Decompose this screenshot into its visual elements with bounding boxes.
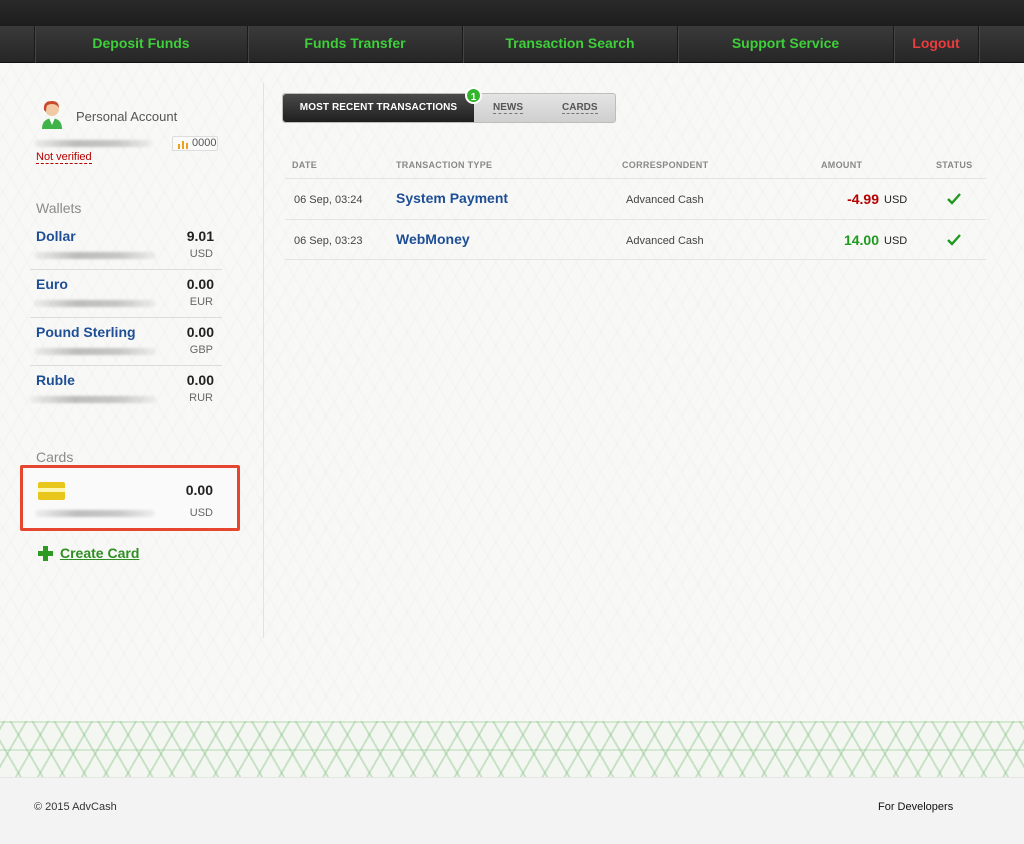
column-header-correspondent: CORRESPONDENT [622,160,709,170]
transaction-date: 06 Sep, 03:23 [294,235,363,247]
wallet-item-dollar[interactable]: Dollar 9.01 USD [30,222,222,270]
column-header-amount: AMOUNT [821,160,863,170]
transaction-amount: -4.99 [847,191,879,207]
wallet-amount: 0.00 [186,372,214,388]
card-balance: 0.00 [185,482,213,498]
column-header-status: STATUS [936,160,973,170]
wallet-id-redacted [34,300,156,307]
footer: © 2015 AdvCash For Developers [0,777,1024,844]
wallet-id-redacted [34,348,156,355]
verification-status-link[interactable]: Not verified [36,151,92,164]
column-header-date: DATE [292,160,318,170]
tab-cards-label: CARDS [562,102,598,114]
nav-support-service[interactable]: Support Service [677,26,893,63]
card-number-redacted [35,510,155,517]
transaction-amount: 14.00 [843,232,879,248]
wallet-item-pound-sterling[interactable]: Pound Sterling 0.00 GBP [30,318,222,366]
wallet-item-ruble[interactable]: Ruble 0.00 RUR [30,366,222,414]
cards-heading: Cards [36,449,74,465]
tab-cards[interactable]: CARDS [562,94,598,122]
wallet-name[interactable]: Ruble [36,372,75,388]
tab-news-label: NEWS [493,102,523,114]
wallets-heading: Wallets [36,200,82,216]
wallet-amount: 9.01 [186,228,214,244]
transaction-type-link[interactable]: System Payment [396,190,508,206]
logout-button[interactable]: Logout [893,26,978,63]
rating-value: 0000 [192,137,217,149]
wallet-item-euro[interactable]: Euro 0.00 EUR [30,270,222,318]
wallet-amount: 0.00 [186,276,214,292]
nav-transaction-search[interactable]: Transaction Search [462,26,677,63]
transactions-tabs: MOST RECENT TRANSACTIONS 1 NEWS CARDS [282,87,616,123]
tab-news[interactable]: NEWS [493,94,523,122]
card-icon [38,482,65,500]
main-content: Personal Account 0000 Not verified Walle… [0,63,1024,721]
nav-funds-transfer[interactable]: Funds Transfer [247,26,462,63]
footer-developers-link[interactable]: For Developers [878,801,953,813]
wallet-currency: USD [189,248,213,260]
tab-most-recent-transactions[interactable]: MOST RECENT TRANSACTIONS [283,94,474,122]
user-avatar-icon [38,98,66,130]
wallet-name[interactable]: Pound Sterling [36,324,136,340]
card-item[interactable]: 0.00 USD [20,465,240,531]
create-card-label[interactable]: Create Card [60,545,139,561]
footer-copyright: © 2015 AdvCash [34,801,117,813]
transaction-date: 06 Sep, 03:24 [294,194,363,206]
nav-divider [978,26,979,63]
wallet-name[interactable]: Dollar [36,228,76,244]
plus-icon [38,546,53,561]
wallet-currency: GBP [189,344,213,356]
account-id-redacted [34,140,152,147]
wallet-currency: RUR [189,392,213,404]
checkmark-icon [947,193,961,205]
wallet-amount: 0.00 [186,324,214,340]
transaction-correspondent: Advanced Cash [626,235,704,247]
card-currency: USD [189,507,213,519]
table-row[interactable]: 06 Sep, 03:23 WebMoney Advanced Cash 14.… [285,219,986,260]
sidebar-divider [263,83,264,638]
notification-badge: 1 [465,87,482,104]
transaction-currency: USD [884,235,908,247]
rating-bars-icon [178,141,188,149]
transaction-currency: USD [884,194,908,206]
top-bar [0,0,1024,26]
column-header-transaction-type: TRANSACTION TYPE [396,160,493,170]
checkmark-icon [947,234,961,246]
transaction-type-link[interactable]: WebMoney [396,231,470,247]
decorative-pattern-band [0,721,1024,777]
main-navigation: Deposit Funds Funds Transfer Transaction… [0,26,1024,63]
nav-deposit-funds[interactable]: Deposit Funds [34,26,247,63]
wallet-name[interactable]: Euro [36,276,68,292]
account-title: Personal Account [76,109,178,124]
table-row[interactable]: 06 Sep, 03:24 System Payment Advanced Ca… [285,178,986,219]
wallet-id-redacted [30,396,156,403]
account-rating: 0000 [172,136,218,151]
transaction-correspondent: Advanced Cash [626,194,704,206]
wallet-currency: EUR [189,296,213,308]
wallet-id-redacted [34,252,156,259]
